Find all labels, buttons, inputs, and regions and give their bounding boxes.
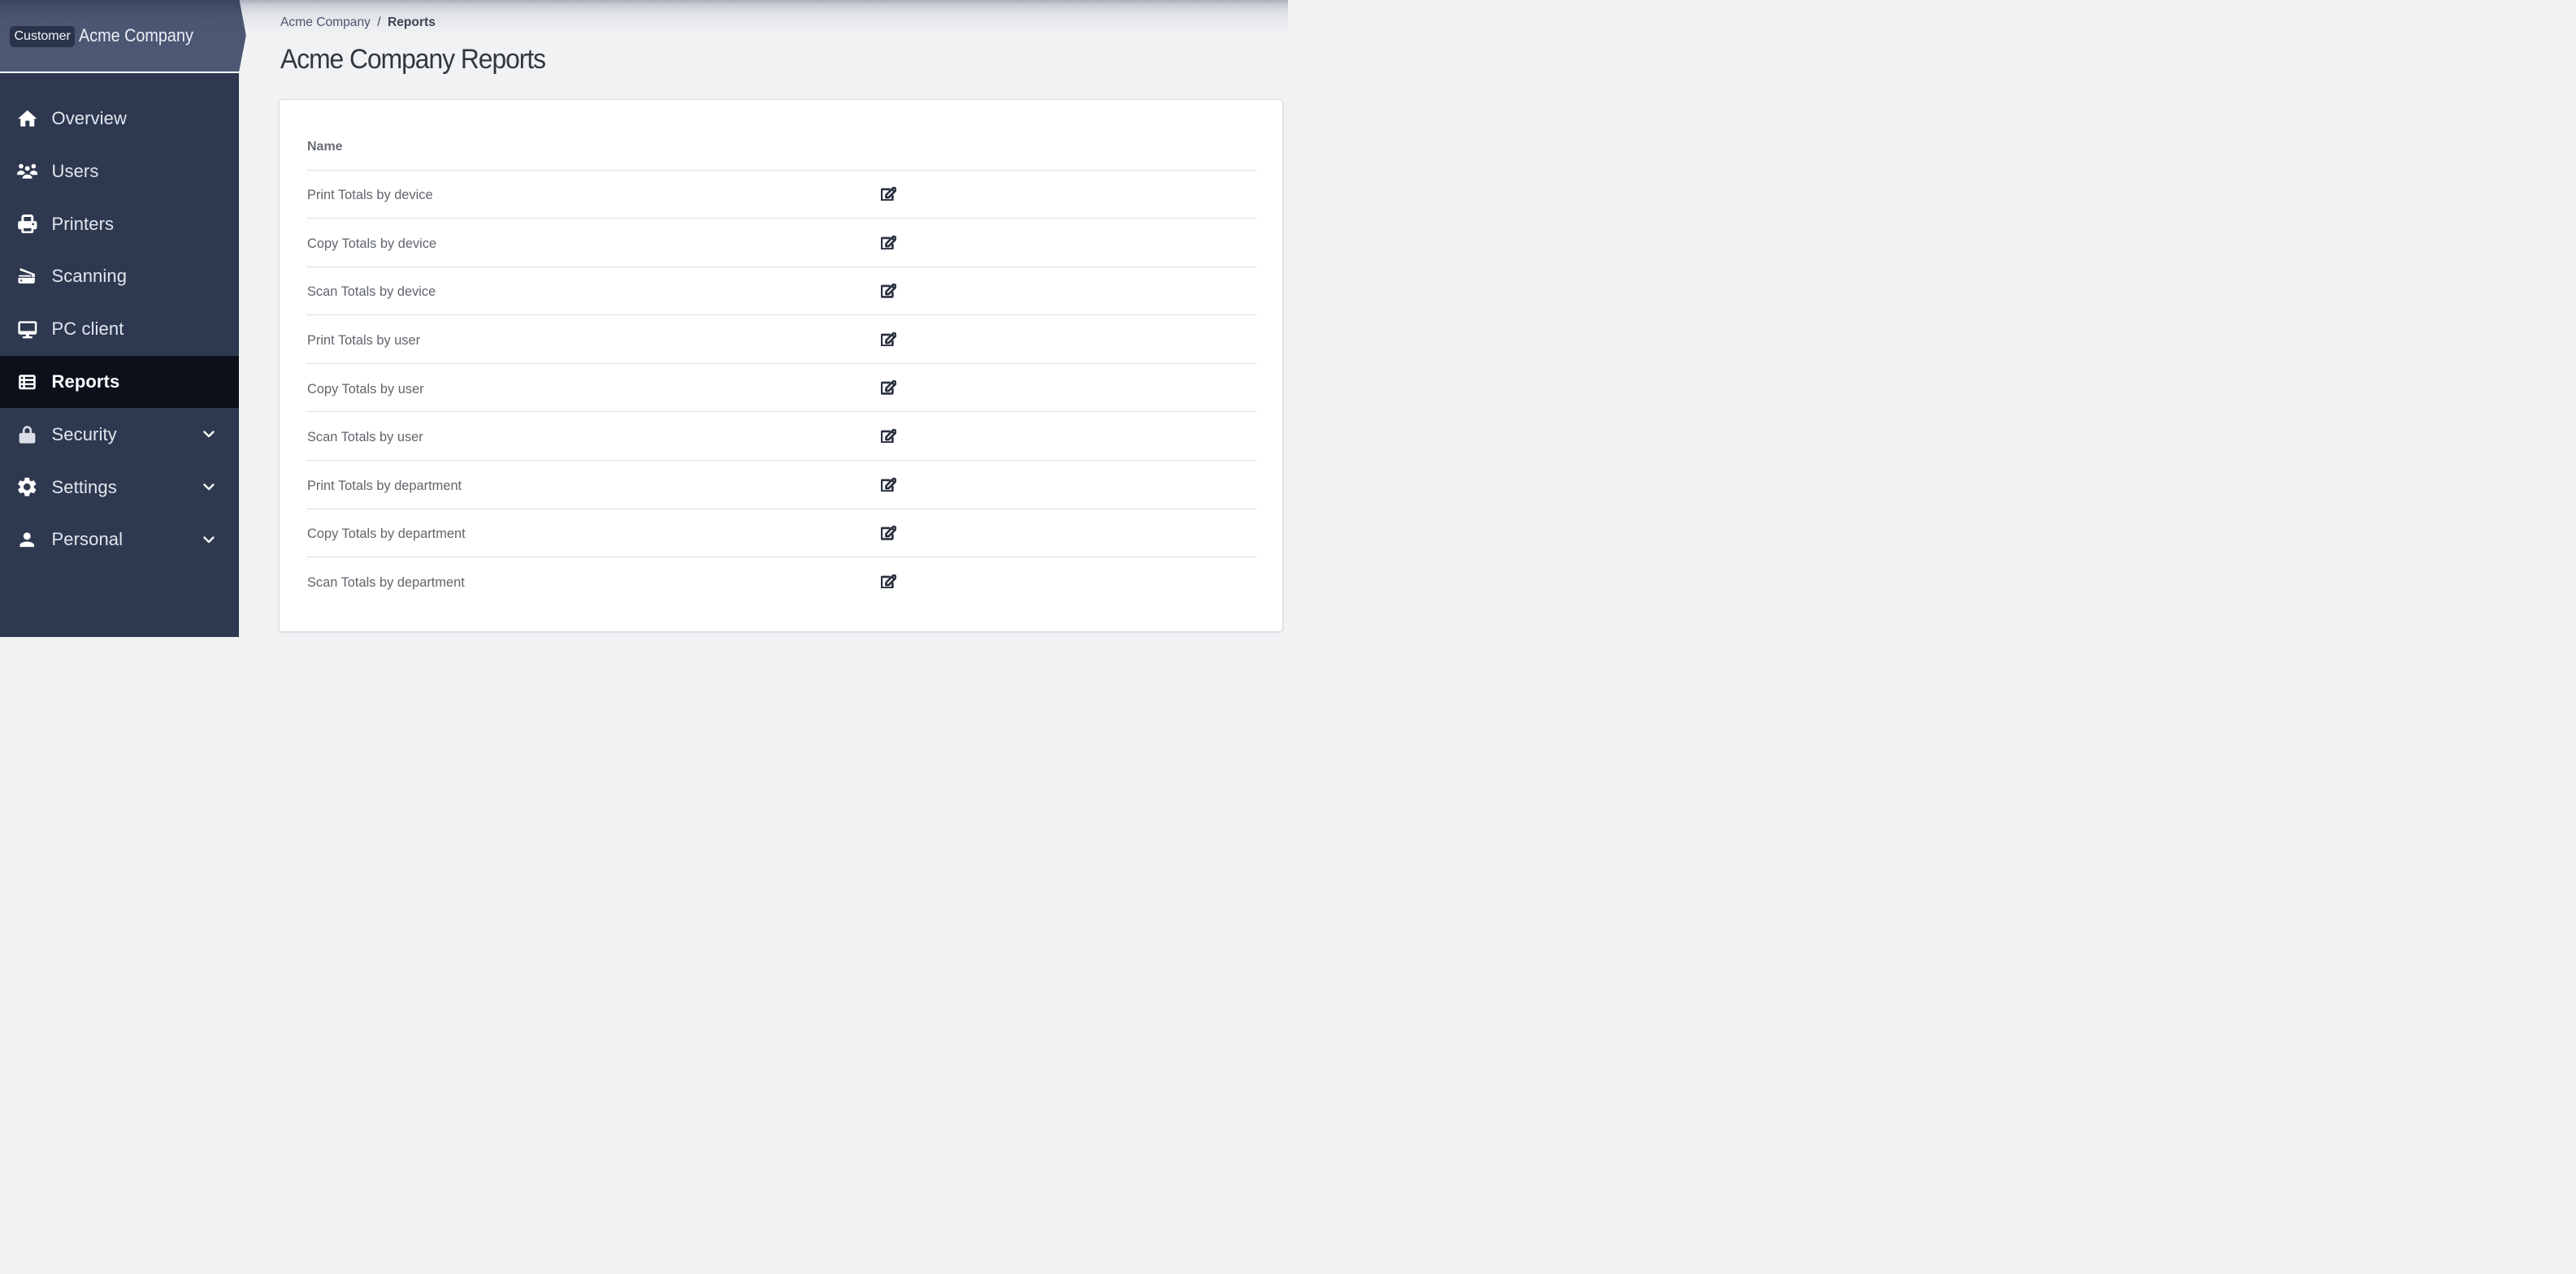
- sidebar-item-settings[interactable]: Settings: [0, 461, 239, 514]
- lock-icon: [17, 424, 38, 445]
- table-row: Scan Totals by user: [306, 411, 1257, 461]
- sidebar-item-label: Overview: [51, 107, 127, 128]
- sidebar-item-overview[interactable]: Overview: [0, 93, 239, 145]
- table-row: Copy Totals by department: [306, 508, 1257, 557]
- edit-report-button[interactable]: [880, 187, 897, 202]
- sidebar-item-label: Scanning: [51, 266, 128, 287]
- breadcrumb-separator: /: [377, 15, 381, 29]
- edit-icon: [880, 574, 897, 589]
- table-row: Print Totals by device: [306, 170, 1257, 219]
- chevron-down-icon: [203, 431, 215, 438]
- edit-report-button[interactable]: [880, 380, 897, 395]
- table-row: Scan Totals by department: [306, 557, 1257, 606]
- sidebar-item-label: Security: [51, 423, 117, 444]
- reports-card: Name Print Totals by device Copy Totals …: [280, 100, 1282, 631]
- edit-icon: [880, 429, 897, 444]
- table-row: Copy Totals by device: [306, 218, 1257, 267]
- sidebar-item-label: Personal: [51, 529, 124, 550]
- report-actions-cell: [876, 460, 1257, 509]
- breadcrumb-current: Reports: [387, 15, 436, 29]
- edit-report-button[interactable]: [880, 574, 897, 589]
- edit-report-button[interactable]: [880, 429, 897, 444]
- report-actions-cell: [876, 314, 1257, 364]
- sidebar-item-security[interactable]: Security: [0, 408, 239, 461]
- edit-icon: [880, 235, 897, 249]
- column-header-name: Name: [306, 100, 877, 171]
- sidebar-item-scanning[interactable]: Scanning: [0, 250, 239, 303]
- sidebar: Customer Acme Company Overview Users Pri…: [0, 0, 246, 637]
- sidebar-nav: Overview Users Printers Scanning PC clie…: [0, 73, 240, 566]
- report-name: Print Totals by device: [307, 188, 433, 203]
- edit-report-button[interactable]: [880, 477, 897, 492]
- sidebar-item-pc-client[interactable]: PC client: [0, 303, 239, 356]
- table-list-icon: [17, 371, 38, 392]
- customer-name: Acme Company: [78, 25, 193, 46]
- breadcrumb: Acme Company / Reports: [280, 14, 436, 32]
- sidebar-item-label: Printers: [51, 213, 115, 234]
- table-row: Print Totals by user: [306, 314, 1257, 364]
- report-name: Copy Totals by device: [306, 218, 877, 267]
- sidebar-item-personal[interactable]: Personal: [0, 514, 239, 566]
- report-actions-cell: [876, 266, 1257, 315]
- report-actions-cell: [876, 362, 1257, 412]
- report-actions-cell: [876, 508, 1257, 557]
- customer-badge: Customer: [9, 26, 75, 48]
- report-name: Scan Totals by user: [306, 411, 877, 461]
- edit-report-button[interactable]: [880, 235, 897, 249]
- sidebar-header: Customer Acme Company: [0, 0, 246, 72]
- sidebar-item-label: Reports: [51, 370, 120, 392]
- gear-icon: [17, 477, 38, 498]
- edit-report-button[interactable]: [880, 284, 897, 298]
- edit-icon: [880, 187, 897, 202]
- sidebar-item-label: PC client: [51, 318, 124, 340]
- users-icon: [16, 161, 38, 182]
- report-actions-cell: [876, 411, 1257, 461]
- main-content: Acme Company / Reports Acme Company Repo…: [239, 0, 1288, 637]
- report-name: Print Totals by user: [306, 314, 877, 364]
- report-actions-cell: [877, 170, 1257, 219]
- table-header-row: Name: [306, 100, 1257, 171]
- sidebar-item-reports[interactable]: Reports: [0, 355, 240, 409]
- edit-icon: [880, 380, 897, 395]
- sidebar-item-label: Users: [51, 160, 99, 181]
- breadcrumb-customer-link[interactable]: Acme Company: [280, 15, 371, 29]
- person-icon: [17, 529, 38, 550]
- edit-report-button[interactable]: [880, 526, 897, 540]
- table-row: Copy Totals by user: [306, 362, 1257, 412]
- sidebar-item-label: Settings: [51, 476, 117, 497]
- desktop-icon: [17, 318, 38, 340]
- edit-icon: [880, 477, 897, 492]
- sidebar-header-divider: [0, 72, 240, 74]
- home-icon: [17, 108, 38, 129]
- printer-icon: [17, 214, 38, 235]
- chevron-down-icon: [203, 483, 215, 491]
- sidebar-item-printers[interactable]: Printers: [0, 197, 239, 250]
- report-name: Scan Totals by department: [306, 557, 877, 606]
- sidebar-item-users[interactable]: Users: [0, 145, 239, 197]
- edit-icon: [880, 284, 897, 298]
- edit-icon: [880, 332, 897, 347]
- report-actions-cell: [876, 218, 1257, 267]
- column-header-actions: [876, 100, 1257, 171]
- scanner-icon: [17, 266, 38, 287]
- edit-icon: [880, 526, 897, 540]
- page-title: Acme Company Reports: [280, 43, 546, 75]
- report-name: Copy Totals by department: [306, 508, 877, 557]
- table-row: Print Totals by department: [306, 460, 1257, 509]
- chevron-down-icon: [203, 536, 215, 544]
- table-row: Scan Totals by device: [306, 266, 1257, 315]
- report-actions-cell: [876, 557, 1257, 606]
- reports-table: Name Print Totals by device Copy Totals …: [306, 100, 1257, 606]
- report-name: Copy Totals by user: [306, 362, 877, 412]
- report-name: Print Totals by department: [306, 460, 877, 509]
- edit-report-button[interactable]: [880, 332, 897, 347]
- report-name: Scan Totals by device: [306, 266, 877, 315]
